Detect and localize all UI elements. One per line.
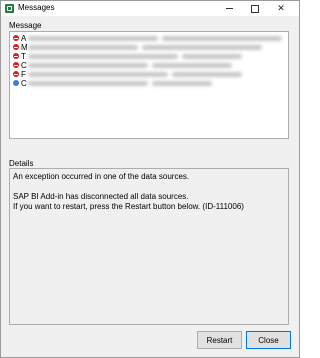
error-icon — [13, 35, 19, 41]
close-icon: ✕ — [277, 3, 285, 13]
minimize-icon — [225, 8, 233, 9]
message-text: C — [21, 79, 27, 88]
close-window-button[interactable]: ✕ — [269, 1, 293, 16]
message-text: C — [21, 61, 27, 70]
list-item[interactable]: M — [12, 43, 286, 52]
error-icon — [13, 44, 19, 50]
message-label: Message — [9, 21, 42, 30]
app-icon — [5, 4, 14, 13]
details-line-1: An exception occurred in one of the data… — [13, 172, 190, 181]
list-item[interactable]: A — [12, 34, 286, 43]
title-bar: Messages ✕ — [1, 1, 299, 16]
message-text: F — [21, 70, 26, 79]
message-list[interactable]: A M T C F C — [9, 31, 289, 139]
error-icon — [13, 62, 19, 68]
restart-button[interactable]: Restart — [197, 331, 242, 349]
maximize-icon — [251, 4, 259, 13]
list-item[interactable]: F — [12, 70, 286, 79]
message-text: A — [21, 34, 27, 43]
error-icon — [13, 53, 19, 59]
list-item[interactable]: T — [12, 52, 286, 61]
minimize-button[interactable] — [217, 1, 241, 16]
details-label: Details — [9, 159, 34, 168]
close-button[interactable]: Close — [246, 331, 291, 349]
messages-dialog: Messages ✕ Message A M T C F C Details A… — [0, 0, 300, 358]
maximize-button[interactable] — [243, 1, 267, 16]
details-line-2: SAP BI Add-in has disconnected all data … — [13, 192, 189, 201]
window-title: Messages — [18, 3, 55, 12]
details-text-area[interactable]: An exception occurred in one of the data… — [9, 168, 289, 325]
message-text: T — [21, 52, 26, 61]
list-item[interactable]: C — [12, 79, 286, 88]
message-text: M — [21, 43, 28, 52]
list-item[interactable]: C — [12, 61, 286, 70]
details-line-3: If you want to restart, press the Restar… — [13, 202, 244, 211]
error-icon — [13, 71, 19, 77]
info-icon — [13, 80, 19, 86]
